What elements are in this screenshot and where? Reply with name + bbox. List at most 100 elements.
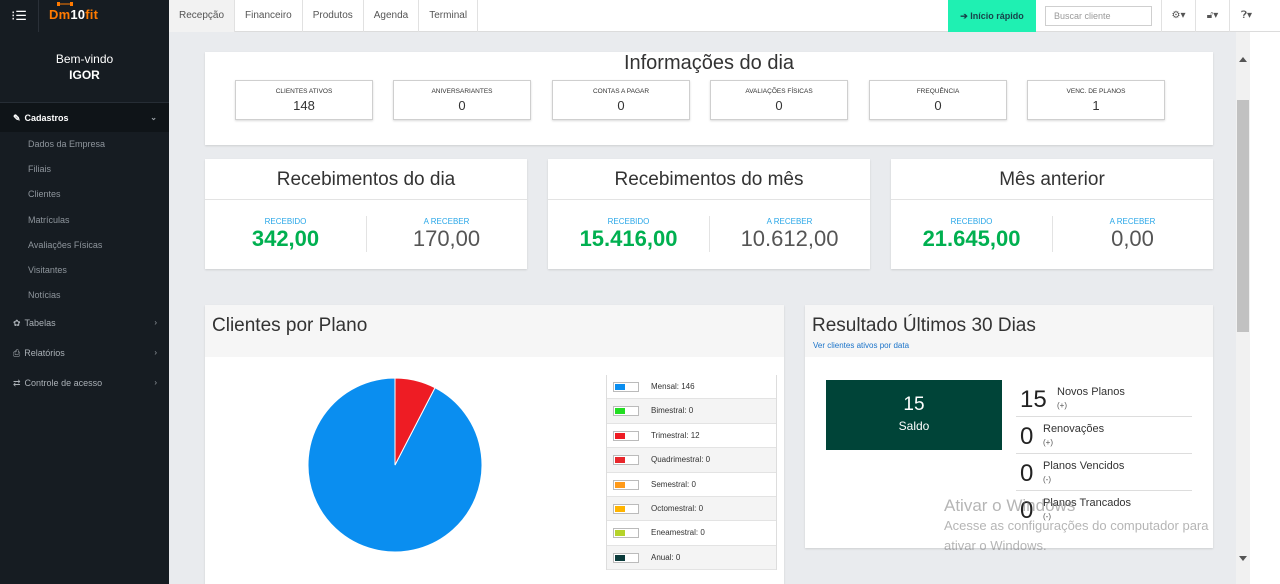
sidebar-subitem-visitantes[interactable]: Visitantes (0, 258, 169, 283)
legend-swatch (613, 455, 639, 466)
scroll-up-icon[interactable] (1239, 57, 1247, 62)
legend-item-mensal[interactable]: Mensal: 146 (607, 375, 776, 400)
gears-icon: ⚙▾ (1171, 10, 1186, 21)
main-tabs: Recepção Financeiro Produtos Agenda Term… (169, 0, 479, 32)
sidebar-item-label: Cadastros (24, 113, 69, 123)
recebido-label: RECEBIDO (607, 217, 650, 226)
sidebar-subitem-matriculas[interactable]: Matrículas (0, 208, 169, 233)
stat-label: FREQUÊNCIA (916, 88, 960, 95)
stat-value: 0 (775, 98, 783, 113)
result-sign: (+) (1057, 401, 1067, 410)
result-sign: (+) (1043, 438, 1053, 447)
quick-start-button[interactable]: ➔ Início rápido (948, 0, 1036, 32)
sidebar-item-label: Controle de acesso (24, 378, 103, 389)
card-title: Recebimentos do dia (205, 159, 527, 200)
legend-item-bimestral[interactable]: Bimestral: 0 (607, 399, 776, 424)
clientes-por-plano-card: Clientes por Plano Mensal: 146 Bimestral… (205, 305, 784, 584)
panel-title: Clientes por Plano (212, 315, 368, 336)
vertical-scrollbar[interactable] (1236, 32, 1250, 584)
sidebar-subitem-filiais[interactable]: Filiais (0, 157, 169, 182)
scroll-down-icon[interactable] (1239, 556, 1247, 561)
legend-item-quadrimestral[interactable]: Quadrimestral: 0 (607, 448, 776, 473)
help-icon: ❓︎▾ (1240, 10, 1253, 21)
legend-swatch (613, 479, 639, 490)
chevron-right-icon: › (154, 348, 157, 358)
stat-value: 0 (934, 98, 942, 113)
legend-label: Anual: 0 (651, 552, 681, 562)
recebimentos-mes-card: Recebimentos do mês RECEBIDO 15.416,00 A… (548, 159, 870, 269)
sidebar-subitem-dados-empresa[interactable]: Dados da Empresa (0, 132, 169, 157)
quick-start-label: Início rápido (970, 11, 1024, 21)
result-name: Novos Planos (1057, 386, 1125, 398)
legend-swatch (613, 552, 639, 563)
panel-title: Resultado Últimos 30 Dias (812, 315, 1036, 336)
watermark-line-3: ativar o Windows. (944, 538, 1047, 553)
stat-contas-pagar[interactable]: CONTAS A PAGAR 0 (552, 80, 690, 120)
legend-item-semestral[interactable]: Semestral: 0 (607, 473, 776, 497)
a-receber-col: A RECEBER 0,00 (1052, 217, 1213, 252)
legend-label: Semestral: 0 (651, 479, 696, 489)
edit-icon: ✎ (13, 113, 21, 123)
stat-label: ANIVERSARIANTES (431, 88, 493, 95)
pie-chart (307, 377, 483, 553)
gear-icon: ✿ (13, 318, 21, 329)
stat-value: 0 (617, 98, 625, 113)
stat-label: VENC. DE PLANOS (1066, 88, 1126, 95)
tab-financeiro[interactable]: Financeiro (235, 0, 303, 32)
legend-item-eneamestral[interactable]: Eneamestral: 0 (607, 521, 776, 546)
card-title: Mês anterior (891, 159, 1213, 200)
right-margin (1250, 32, 1280, 584)
brand[interactable]: Dm10fit (38, 0, 169, 32)
search-client-input[interactable] (1045, 6, 1152, 26)
print-icon: ⎙ (13, 348, 21, 359)
watermark-line-1: Ativar o Windows (944, 496, 1076, 515)
logo: Dm10fit (49, 7, 99, 22)
sidebar-item-controle-acesso[interactable]: ⇄ Controle de acesso › (0, 368, 169, 398)
recebido-value: 21.645,00 (922, 226, 1021, 251)
tab-terminal[interactable]: Terminal (419, 0, 479, 32)
tab-produtos[interactable]: Produtos (303, 0, 364, 32)
sidebar-subitem-clientes[interactable]: Clientes (0, 182, 169, 207)
help-dropdown[interactable]: ❓︎▾ (1229, 0, 1263, 32)
recebido-label: RECEBIDO (264, 217, 307, 226)
a-receber-col: A RECEBER 10.612,00 (709, 217, 870, 252)
a-receber-value: 170,00 (412, 226, 481, 251)
stat-avaliacoes-fisicas[interactable]: AVALIAÇÕES FÍSICAS 0 (710, 80, 848, 120)
recebido-label: RECEBIDO (950, 217, 993, 226)
sidebar-subitem-noticias[interactable]: Notícias (0, 283, 169, 308)
lock-icon: 🔓︎▾ (1206, 10, 1219, 21)
scroll-thumb[interactable] (1237, 100, 1249, 332)
welcome-block: Bem-vindo IGOR (0, 32, 169, 102)
a-receber-label: A RECEBER (766, 217, 813, 226)
stat-aniversariantes[interactable]: ANIVERSARIANTES 0 (393, 80, 531, 120)
settings-dropdown[interactable]: ⚙▾ (1161, 0, 1195, 32)
chevron-right-icon: › (154, 318, 157, 328)
sidebar-subitem-avaliacoes[interactable]: Avaliações Físicas (0, 233, 169, 258)
sidebar-item-cadastros[interactable]: ✎ Cadastros ⌄ (0, 102, 169, 132)
sidebar-item-relatorios[interactable]: ⎙ Relatórios › (0, 338, 169, 368)
sidebar-item-tabelas[interactable]: ✿ Tabelas › (0, 308, 169, 338)
stat-clientes-ativos[interactable]: CLIENTES ATIVOS 148 (235, 80, 373, 120)
result-name: Planos Vencidos (1043, 460, 1125, 472)
clientes-ativos-link[interactable]: Ver clientes ativos por data (813, 341, 909, 350)
result-value: 15 (1020, 386, 1047, 413)
legend-label: Eneamestral: 0 (651, 528, 705, 538)
stat-label: CONTAS A PAGAR (592, 88, 650, 95)
tab-agenda[interactable]: Agenda (364, 0, 420, 32)
legend-item-trimestral[interactable]: Trimestral: 12 (607, 424, 776, 449)
lock-dropdown[interactable]: 🔓︎▾ (1195, 0, 1229, 32)
tab-recepcao[interactable]: Recepção (169, 0, 236, 32)
a-receber-label: A RECEBER (423, 217, 470, 226)
chevron-down-icon: ⌄ (150, 113, 157, 122)
recebido-col: RECEBIDO 15.416,00 (548, 217, 709, 252)
legend-swatch (613, 382, 639, 392)
sidebar-item-label: Tabelas (24, 318, 56, 329)
stat-venc-planos[interactable]: VENC. DE PLANOS 1 (1027, 80, 1165, 120)
windows-activation-watermark: Ativar o Windows Acesse as configurações… (944, 496, 1209, 556)
legend-item-anual[interactable]: Anual: 0 (607, 545, 776, 571)
info-dia-title: Informações do dia (623, 52, 795, 74)
stat-frequencia[interactable]: FREQUÊNCIA 0 (869, 80, 1007, 120)
recebido-col: RECEBIDO 21.645,00 (891, 217, 1052, 252)
legend-item-octomestral[interactable]: Octomestral: 0 (607, 496, 776, 522)
menu-toggle-button[interactable]: ⁝☰ (0, 0, 38, 32)
